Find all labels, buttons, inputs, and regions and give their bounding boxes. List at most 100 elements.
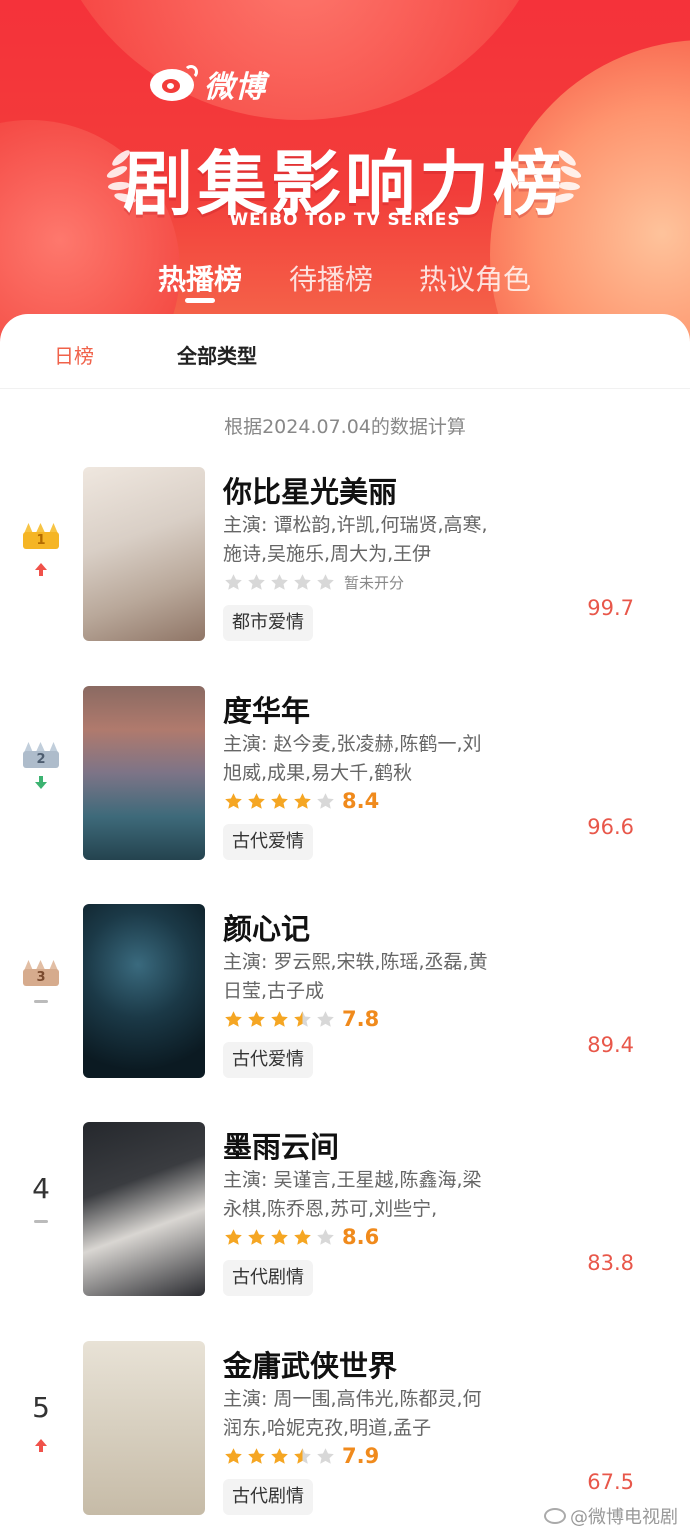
cast-list: 主演: 周一围,高伟光,陈都灵,何润东,哈妮克孜,明道,孟子: [223, 1388, 482, 1439]
rank-number: 5: [32, 1391, 50, 1424]
heat-score: 99.7: [587, 596, 634, 620]
trend-indicator: [18, 776, 64, 796]
page-subtitle: WEIBO TOP TV SERIES: [229, 210, 461, 230]
series-title[interactable]: 你比星光美丽: [223, 469, 397, 511]
rating-score: 8.4: [342, 789, 380, 813]
brand-name: 微博: [204, 70, 266, 105]
star-rating: 8.4: [223, 789, 380, 813]
ranking-item[interactable]: 1 你比星光美丽 主演: 谭松韵,许凯,何瑞贤,高寒,施诗,吴施乐,周大为,王伊暂…: [0, 467, 690, 643]
gold-crown-icon: 1: [23, 523, 59, 549]
rank-indicator: 3: [18, 960, 64, 1014]
trend-indicator: [18, 1439, 64, 1453]
cast-list: 主演: 赵今麦,张凌赫,陈鹤一,刘旭威,成果,易大千,鹤秋: [223, 733, 482, 784]
cast-list: 主演: 罗云熙,宋轶,陈瑶,丞磊,黄日莹,古子成: [223, 951, 488, 1002]
tab-upcoming[interactable]: 待播榜: [289, 258, 373, 298]
tab-hot-characters[interactable]: 热议角色: [419, 258, 531, 298]
period-filter[interactable]: 日榜: [54, 340, 94, 369]
genre-tag[interactable]: 古代爱情: [223, 824, 313, 860]
star-icon: [223, 572, 244, 593]
arrow-down-icon: [35, 776, 47, 789]
genre-tag[interactable]: 古代爱情: [223, 1042, 313, 1078]
star-icon: [269, 572, 290, 593]
genre-tag[interactable]: 古代剧情: [223, 1260, 313, 1296]
rank-number: 3: [36, 970, 46, 985]
poster-image[interactable]: [83, 686, 205, 860]
arrow-up-icon: [35, 563, 47, 576]
category-filter[interactable]: 全部类型: [177, 340, 257, 369]
watermark-text: @微博电视剧: [570, 1507, 678, 1528]
star-icon: [315, 1446, 336, 1467]
star-icon: [292, 572, 313, 593]
star-icon: [246, 1009, 267, 1030]
rank-indicator: 5: [18, 1391, 64, 1453]
heat-score: 96.6: [587, 815, 634, 839]
trend-indicator: [18, 1220, 64, 1234]
series-title[interactable]: 颜心记: [223, 906, 310, 948]
star-icon: [292, 1009, 313, 1030]
star-icon: [269, 1227, 290, 1248]
ranking-item[interactable]: 5 金庸武侠世界 主演: 周一围,高伟光,陈都灵,何润东,哈妮克孜,明道,孟子 7.9…: [0, 1341, 690, 1517]
tab-hot-playing[interactable]: 热播榜: [158, 258, 242, 298]
rank-number: 4: [32, 1172, 50, 1205]
star-icon: [223, 1227, 244, 1248]
heat-score: 67.5: [587, 1470, 634, 1494]
star-icon: [246, 1446, 267, 1467]
ranking-item[interactable]: 4 墨雨云间 主演: 吴谨言,王星越,陈鑫海,梁永棋,陈乔恩,苏可,刘些宁, 8.6 古…: [0, 1122, 690, 1298]
ranking-item[interactable]: 3 颜心记 主演: 罗云熙,宋轶,陈瑶,丞磊,黄日莹,古子成 7.8 古代爱情 89.4: [0, 904, 690, 1080]
weibo-logo: 微博: [150, 62, 266, 106]
data-date-note: 根据2024.07.04的数据计算: [224, 416, 466, 438]
rank-number: 2: [36, 752, 46, 767]
rating-score: 7.9: [342, 1444, 380, 1468]
star-icon: [292, 1227, 313, 1248]
star-icon: [246, 572, 267, 593]
star-icon: [223, 1009, 244, 1030]
star-icon: [315, 1227, 336, 1248]
star-icon: [315, 1009, 336, 1030]
ranking-item[interactable]: 2 度华年 主演: 赵今麦,张凌赫,陈鹤一,刘旭威,成果,易大千,鹤秋 8.4 古代爱…: [0, 686, 690, 862]
heat-score: 83.8: [587, 1251, 634, 1275]
watermark: @微博电视剧: [544, 1503, 678, 1529]
banner-decoration: [40, 0, 560, 120]
divider: [0, 388, 690, 389]
rank-indicator: 2: [18, 742, 64, 796]
star-icon: [315, 572, 336, 593]
star-rating: 暂未开分: [223, 571, 404, 593]
genre-tag[interactable]: 都市爱情: [223, 605, 313, 641]
rank-indicator: 1: [18, 523, 64, 577]
poster-image[interactable]: [83, 1122, 205, 1296]
silver-crown-icon: 2: [23, 742, 59, 768]
poster-image[interactable]: [83, 467, 205, 641]
weibo-eye-icon: [150, 65, 198, 103]
star-icon: [223, 791, 244, 812]
rank-indicator: 4: [18, 1172, 64, 1234]
dash-icon: [34, 1220, 48, 1223]
star-icon: [269, 791, 290, 812]
filter-row: 日榜 全部类型: [0, 340, 690, 370]
cast-list: 主演: 吴谨言,王星越,陈鑫海,梁永棋,陈乔恩,苏可,刘些宁,: [223, 1169, 482, 1220]
rating-score: 7.8: [342, 1007, 380, 1031]
star-icon: [292, 791, 313, 812]
trend-indicator: [18, 1000, 64, 1014]
poster-image[interactable]: [83, 904, 205, 1078]
tab-bar: 热播榜 待播榜 热议角色: [0, 258, 690, 308]
header-banner: 微博 剧集影响力榜 WEIBO TOP TV SERIES 热播榜 待播榜 热议…: [0, 0, 690, 345]
star-icon: [246, 1227, 267, 1248]
star-rating: 7.9: [223, 1444, 380, 1468]
star-icon: [292, 1446, 313, 1467]
star-icon: [269, 1446, 290, 1467]
series-title[interactable]: 墨雨云间: [223, 1124, 339, 1166]
heat-score: 89.4: [587, 1033, 634, 1057]
rating-score: 8.6: [342, 1225, 380, 1249]
star-icon: [315, 791, 336, 812]
arrow-up-icon: [35, 1439, 47, 1452]
star-rating: 8.6: [223, 1225, 380, 1249]
bronze-crown-icon: 3: [23, 960, 59, 986]
unrated-label: 暂未开分: [344, 573, 405, 592]
series-title[interactable]: 金庸武侠世界: [223, 1343, 397, 1385]
series-title[interactable]: 度华年: [223, 688, 310, 730]
poster-image[interactable]: [83, 1341, 205, 1515]
genre-tag[interactable]: 古代剧情: [223, 1479, 313, 1515]
weibo-eye-icon: [544, 1508, 566, 1524]
star-icon: [269, 1009, 290, 1030]
active-tab-indicator: [185, 298, 215, 303]
